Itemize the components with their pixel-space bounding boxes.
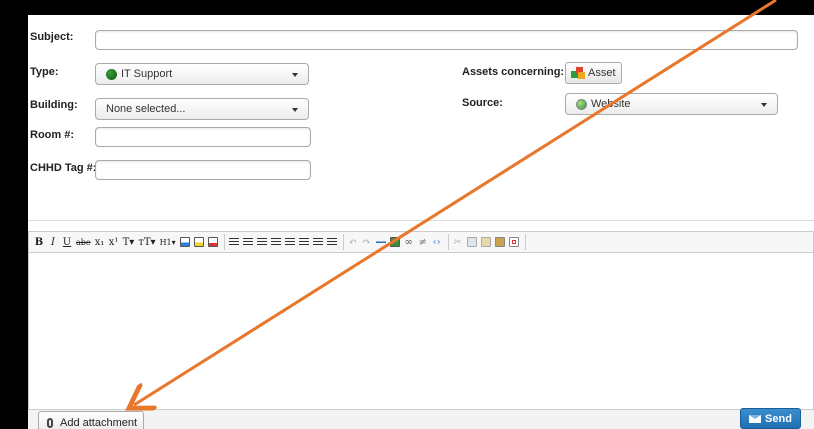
source-select[interactable]: Website: [565, 93, 778, 115]
align-right-icon[interactable]: [312, 234, 324, 250]
font-family-button[interactable]: тT▾: [137, 234, 156, 250]
copy-icon[interactable]: [466, 234, 478, 250]
indent-icon[interactable]: [270, 234, 282, 250]
editor-footer: [28, 409, 814, 429]
editor-toolbar: B I U abe x₁ x¹ T▾ тT▾ H1▾ ↶ ↷ ∞ ≠ ‹› ✂: [28, 231, 814, 253]
subject-input[interactable]: [95, 30, 798, 50]
building-select-value: None selected...: [106, 103, 186, 115]
asset-button-label: Asset: [588, 67, 616, 79]
building-label: Building:: [30, 99, 78, 111]
highlight-icon[interactable]: [193, 234, 205, 250]
message-editor[interactable]: [28, 253, 814, 417]
text-color-icon[interactable]: [179, 234, 191, 250]
building-select[interactable]: None selected...: [95, 98, 309, 120]
assets-label: Assets concerning:: [462, 66, 565, 78]
heading-button[interactable]: H1▾: [159, 234, 177, 250]
send-label: Send: [765, 412, 792, 425]
numbered-list-icon[interactable]: [242, 234, 254, 250]
paperclip-icon: [47, 418, 53, 428]
ticket-form-panel: Subject: Type: IT Support Building: None…: [28, 15, 814, 429]
tag-input[interactable]: [95, 160, 311, 180]
globe-icon: [576, 98, 587, 110]
type-label: Type:: [30, 66, 59, 78]
clear-format-icon[interactable]: [207, 234, 219, 250]
source-label: Source:: [462, 97, 503, 109]
room-input[interactable]: [95, 127, 311, 147]
image-icon[interactable]: [389, 234, 401, 250]
code-icon[interactable]: ‹›: [431, 234, 443, 250]
toolbar-separator: [447, 234, 449, 250]
toolbar-separator: [524, 234, 526, 250]
toolbar-separator: [342, 234, 344, 250]
redo-icon[interactable]: ↷: [361, 234, 373, 250]
strikethrough-button[interactable]: abe: [75, 234, 92, 250]
undo-icon[interactable]: ↶: [347, 234, 359, 250]
asset-button[interactable]: Asset: [565, 62, 622, 84]
underline-button[interactable]: U: [61, 234, 73, 250]
superscript-button[interactable]: x¹: [108, 234, 120, 250]
type-select-value: IT Support: [121, 68, 173, 80]
type-select[interactable]: IT Support: [95, 63, 309, 85]
send-button[interactable]: Send: [740, 408, 801, 429]
paste-word-icon[interactable]: [494, 234, 506, 250]
source-view-icon[interactable]: [508, 234, 520, 250]
chevron-down-icon: [292, 108, 298, 112]
paste-icon[interactable]: [480, 234, 492, 250]
add-attachment-button[interactable]: Add attachment: [38, 411, 145, 429]
chevron-down-icon: [292, 73, 298, 77]
bold-button[interactable]: B: [33, 234, 45, 250]
align-justify-icon[interactable]: [326, 234, 338, 250]
divider: [28, 220, 814, 221]
asset-icon: [571, 67, 585, 79]
outdent-icon[interactable]: [256, 234, 268, 250]
chevron-down-icon: [761, 103, 767, 107]
font-size-button[interactable]: T▾: [122, 234, 136, 250]
toolbar-separator: [223, 234, 225, 250]
status-dot-icon: [106, 68, 117, 80]
tag-label: CHHD Tag #:: [30, 162, 97, 174]
bullet-list-icon[interactable]: [228, 234, 240, 250]
horizontal-rule-icon[interactable]: [375, 234, 387, 250]
link-icon[interactable]: ∞: [403, 234, 415, 250]
align-center-icon[interactable]: [298, 234, 310, 250]
envelope-icon: [749, 414, 762, 423]
cut-icon[interactable]: ✂: [452, 234, 464, 250]
subject-label: Subject:: [30, 31, 74, 43]
unlink-icon[interactable]: ≠: [417, 234, 429, 250]
subscript-button[interactable]: x₁: [94, 234, 106, 250]
italic-button[interactable]: I: [47, 234, 59, 250]
align-left-icon[interactable]: [284, 234, 296, 250]
room-label: Room #:: [30, 129, 74, 141]
add-attachment-label: Add attachment: [60, 417, 138, 429]
source-select-value: Website: [591, 98, 631, 110]
